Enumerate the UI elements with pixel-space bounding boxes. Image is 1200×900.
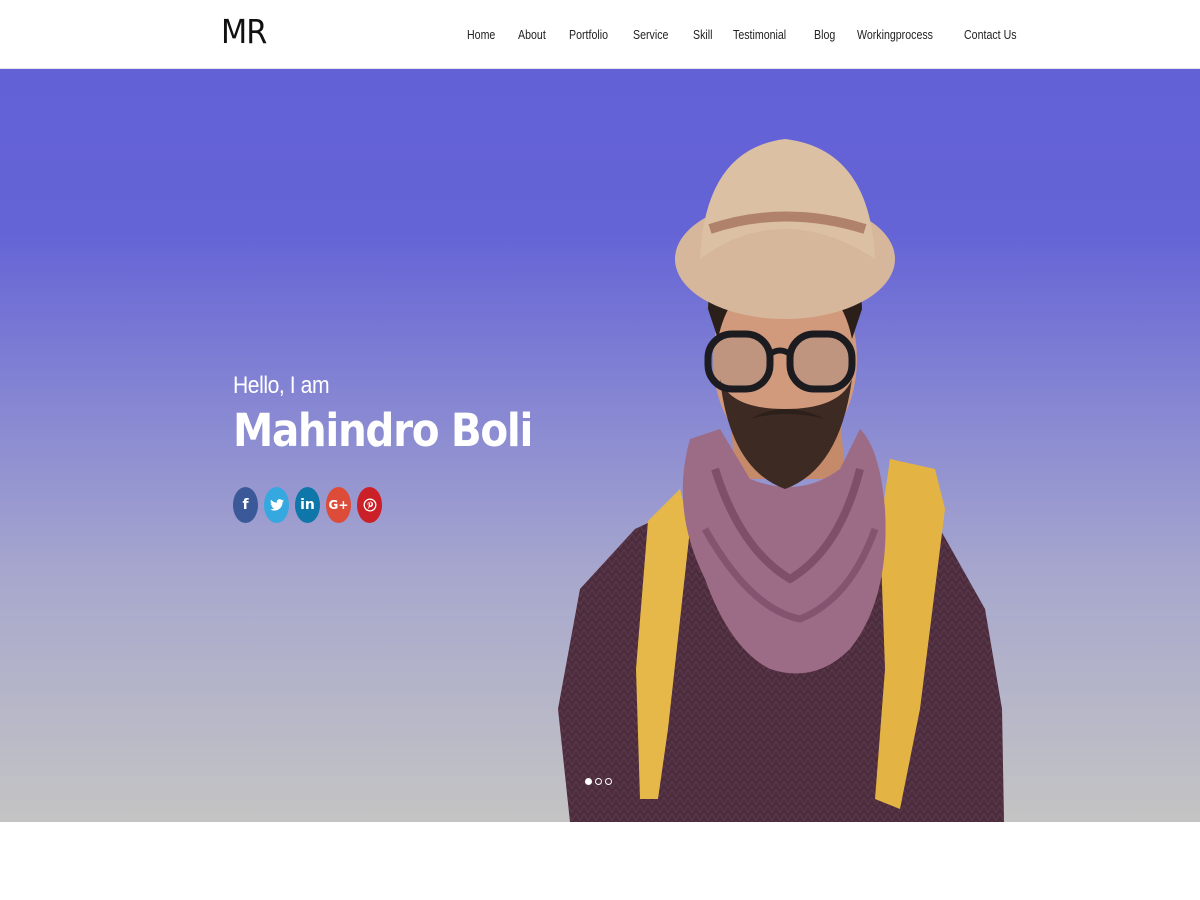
facebook-icon[interactable]: f — [233, 487, 258, 523]
portrait-image — [558, 139, 1004, 822]
nav-item-service: Service — [633, 26, 671, 44]
twitter-icon[interactable] — [264, 487, 289, 523]
twitter-bird-glyph — [269, 499, 284, 511]
nav-item-blog: Blog — [814, 26, 835, 44]
nav-item-home: Home — [467, 26, 496, 44]
pinterest-glyph — [363, 498, 376, 512]
nav-item-contact: Contact Us — [964, 26, 1022, 44]
nav-link-contact[interactable]: Contact Us — [964, 27, 1017, 43]
site-header: MR Home About Portfolio Service Skill Te… — [0, 0, 1200, 69]
nav-item-testimonial: Testimonial — [733, 26, 792, 44]
nav-link-blog[interactable]: Blog — [814, 27, 835, 43]
hero-greeting: Hello, I am — [233, 372, 330, 399]
nav-item-skill: Skill — [693, 26, 712, 44]
slider-dots — [585, 778, 612, 785]
linkedin-icon[interactable]: in — [295, 487, 320, 523]
nav-link-service[interactable]: Service — [633, 27, 668, 43]
hero-banner: Hello, I am Mahindro Boli f in G+ — [0, 69, 1200, 822]
nav-link-skill[interactable]: Skill — [693, 27, 712, 43]
slider-dot-1[interactable] — [585, 778, 592, 785]
main-nav: Home About Portfolio Service Skill Testi… — [467, 26, 1022, 44]
site-logo[interactable]: MR — [221, 12, 267, 52]
nav-link-testimonial[interactable]: Testimonial — [733, 27, 786, 43]
nav-item-portfolio: Portfolio — [569, 26, 611, 44]
pinterest-icon[interactable] — [357, 487, 382, 523]
nav-link-workingprocess[interactable]: Workingprocess — [857, 27, 933, 43]
nav-link-portfolio[interactable]: Portfolio — [569, 27, 608, 43]
slider-dot-3[interactable] — [605, 778, 612, 785]
nav-link-about[interactable]: About — [518, 27, 546, 43]
social-links: f in G+ — [233, 487, 382, 523]
nav-item-about: About — [518, 26, 547, 44]
hero-intro: Hello, I am Mahindro Boli — [233, 371, 565, 459]
nav-item-workingprocess: Workingprocess — [857, 26, 942, 44]
hero-name: Mahindro Boli — [233, 404, 533, 457]
google-plus-icon[interactable]: G+ — [326, 487, 351, 523]
slider-dot-2[interactable] — [595, 778, 602, 785]
nav-link-home[interactable]: Home — [467, 27, 495, 43]
